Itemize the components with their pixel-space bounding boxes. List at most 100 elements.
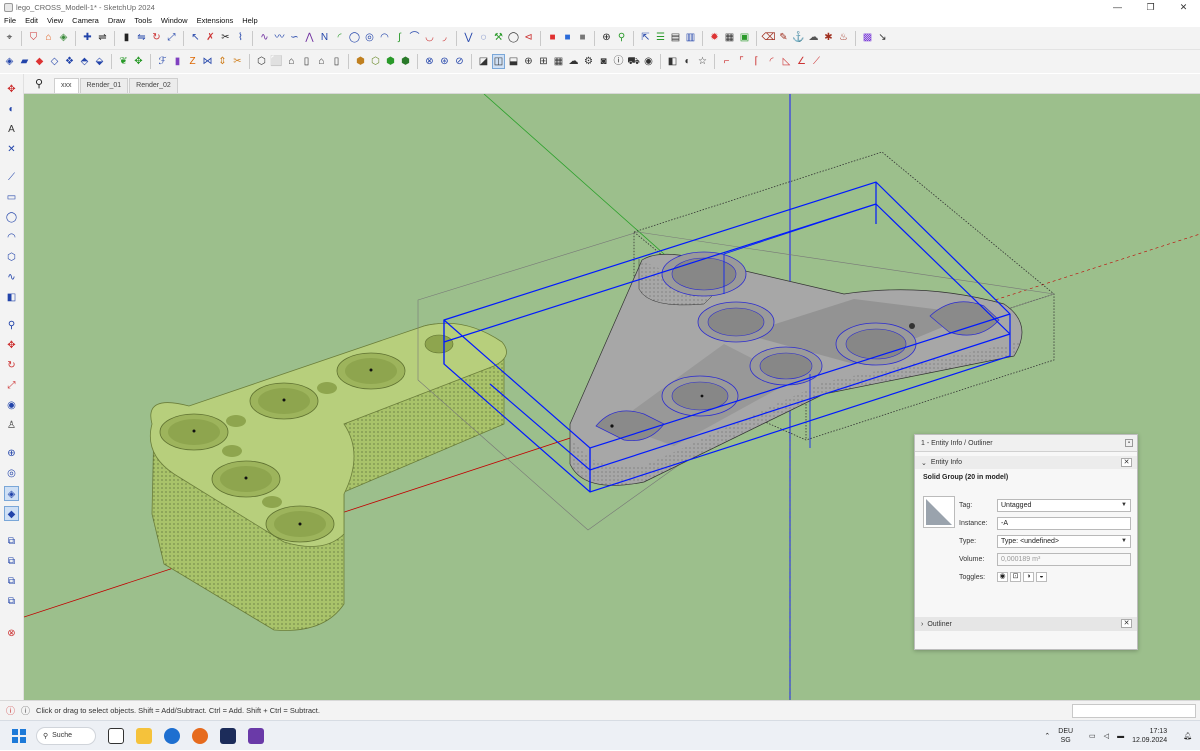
warehouse-icon[interactable]: ⌂ [42, 31, 55, 46]
edge-icon[interactable]: ⌐ [720, 54, 733, 69]
firefox-icon[interactable] [192, 727, 208, 744]
bug-icon[interactable]: ✱ [822, 31, 835, 46]
shield-icon[interactable]: ⛉ [27, 31, 40, 46]
add-icon[interactable]: ⊕ [522, 54, 535, 69]
grey-cube-icon[interactable]: ■ [576, 31, 589, 46]
menu-window[interactable]: Window [161, 16, 188, 25]
extension-icon[interactable]: ◈ [57, 31, 70, 46]
cast-shadows-toggle-icon[interactable]: ◒ [1036, 572, 1047, 582]
stack-icon[interactable]: ☰ [654, 31, 667, 46]
menu-file[interactable]: File [4, 16, 16, 25]
chamfer-icon[interactable]: ⌈ [750, 54, 763, 69]
right-view-icon[interactable]: ▯ [300, 54, 313, 69]
layer-3-icon[interactable]: ⧉ [4, 574, 19, 589]
arc-outline-icon[interactable]: ◯ [507, 31, 520, 46]
wave-icon[interactable]: ⋁ [462, 31, 475, 46]
close-window-button[interactable]: ✕ [1167, 0, 1200, 14]
paint-bucket-icon[interactable]: ⬓ [507, 54, 520, 69]
tape-icon[interactable]: ✎ [777, 31, 790, 46]
sketchup-taskbar-icon[interactable] [220, 727, 236, 744]
arrow-tool-icon[interactable]: ⇱ [639, 31, 652, 46]
scene-tab-render-02[interactable]: Render_02 [129, 78, 178, 93]
follow-me-icon[interactable]: ❖ [63, 54, 76, 69]
scene-tab-render-01[interactable]: Render_01 [79, 78, 129, 93]
corner-icon[interactable]: ⌜ [735, 54, 748, 69]
notification-bell-icon[interactable]: 🔔︎ [1183, 732, 1192, 740]
location-icon[interactable]: ⌖ [3, 31, 16, 46]
left-view-icon[interactable]: ▯ [330, 54, 343, 69]
rotate-icon[interactable]: ↻ [150, 31, 163, 46]
green-lego-beam[interactable] [149, 322, 507, 631]
mirror-icon[interactable]: ⇋ [135, 31, 148, 46]
pin-icon[interactable]: ⚲ [615, 31, 628, 46]
box-icon[interactable]: ⊞ [537, 54, 550, 69]
freehand-icon[interactable]: ∫ [393, 31, 406, 46]
solid-union-icon[interactable]: ◈ [4, 486, 19, 501]
tree-icon[interactable]: ✥ [132, 54, 145, 69]
cursor-icon[interactable]: ↘ [876, 31, 889, 46]
freehand-icon[interactable]: ∿ [4, 270, 19, 285]
round-corner-icon[interactable]: ◜ [765, 54, 778, 69]
edge-browser-icon[interactable] [164, 727, 180, 744]
intersect-icon[interactable]: ⊛ [438, 54, 451, 69]
clock[interactable]: 17:13 12.09.2024 [1132, 727, 1175, 745]
close-outliner-icon[interactable]: ✕ [1121, 619, 1132, 628]
knob-icon[interactable]: ◐ [681, 54, 694, 69]
top-view-icon[interactable]: ⬜ [270, 54, 283, 69]
eraser-icon[interactable]: ◐ [4, 102, 19, 117]
hook-icon[interactable]: ⚓ [792, 31, 805, 46]
spiral-icon[interactable]: ◎ [363, 31, 376, 46]
tools-icon[interactable]: ✂ [231, 54, 244, 69]
axes-icon[interactable]: ✕ [4, 142, 19, 157]
rotate-icon[interactable]: ↻ [4, 358, 19, 373]
instance-input[interactable]: -A [997, 516, 1131, 530]
layer-4-icon[interactable]: ⧉ [4, 594, 19, 609]
list-icon[interactable]: ▤ [669, 31, 682, 46]
solid-tools-icon[interactable]: ◪ [477, 54, 490, 69]
search-icon[interactable]: ⚲ [24, 74, 54, 93]
close-section-icon[interactable]: ✕ [1121, 458, 1132, 467]
outliner-section-header[interactable]: › Outliner ✕ [915, 617, 1137, 631]
zigzag-icon[interactable]: ⋈ [201, 54, 214, 69]
offset-icon[interactable]: ◇ [48, 54, 61, 69]
curve-icon[interactable]: ∿ [258, 31, 271, 46]
panel-menu-button[interactable]: ▪ [1125, 439, 1133, 447]
align-icon[interactable]: ▮ [120, 31, 133, 46]
nurbs-icon[interactable]: Ν [318, 31, 331, 46]
info-icon[interactable]: ⓘ [612, 54, 625, 69]
axis-icon[interactable]: ↖ [189, 31, 202, 46]
menu-extensions[interactable]: Extensions [197, 16, 234, 25]
polyline-icon[interactable]: ⋀ [303, 31, 316, 46]
solid-subtract-icon[interactable]: ◆ [4, 506, 19, 521]
layer-2-icon[interactable]: ⧉ [4, 554, 19, 569]
windows-start-icon[interactable] [12, 728, 26, 743]
tag-select[interactable]: Untagged ▼ [997, 498, 1131, 512]
gear-icon[interactable]: ✹ [708, 31, 721, 46]
dimension-icon[interactable]: ⇕ [216, 54, 229, 69]
wrench-icon[interactable]: ⚒ [492, 31, 505, 46]
purple-box-icon[interactable]: ▮ [171, 54, 184, 69]
grid-icon[interactable]: ▦ [723, 31, 736, 46]
text-icon[interactable]: A [4, 122, 19, 137]
paint-icon[interactable]: ▰ [18, 54, 31, 69]
circle-icon[interactable]: ◯ [4, 210, 19, 225]
subtract-icon[interactable]: ⊘ [453, 54, 466, 69]
shaded-icon[interactable]: ⬢ [384, 54, 397, 69]
angle-icon[interactable]: ∠ [795, 54, 808, 69]
list-blue-icon[interactable]: ▥ [684, 31, 697, 46]
menu-tools[interactable]: Tools [134, 16, 152, 25]
move-to-origin-icon[interactable]: ✚ [81, 31, 94, 46]
file-explorer-icon[interactable] [136, 727, 152, 744]
zoom-icon[interactable]: ⚲ [4, 318, 19, 333]
lock-toggle-icon[interactable]: ⊡ [1010, 572, 1021, 582]
type-select[interactable]: Type: <undefined> ▼ [997, 534, 1131, 548]
input-language[interactable]: DEU SG [1058, 727, 1081, 745]
circle-icon[interactable]: ◯ [348, 31, 361, 46]
push-pull-icon[interactable]: ◆ [33, 54, 46, 69]
taskbar-search[interactable]: ⚲ Suche [36, 726, 96, 745]
leaf-icon[interactable]: ❦ [117, 54, 130, 69]
select-icon[interactable]: ✥ [4, 82, 19, 97]
eraser-icon[interactable]: ⌫ [761, 31, 775, 46]
plugin-icon[interactable]: ▣ [738, 31, 751, 46]
measurements-box[interactable] [1072, 704, 1196, 718]
